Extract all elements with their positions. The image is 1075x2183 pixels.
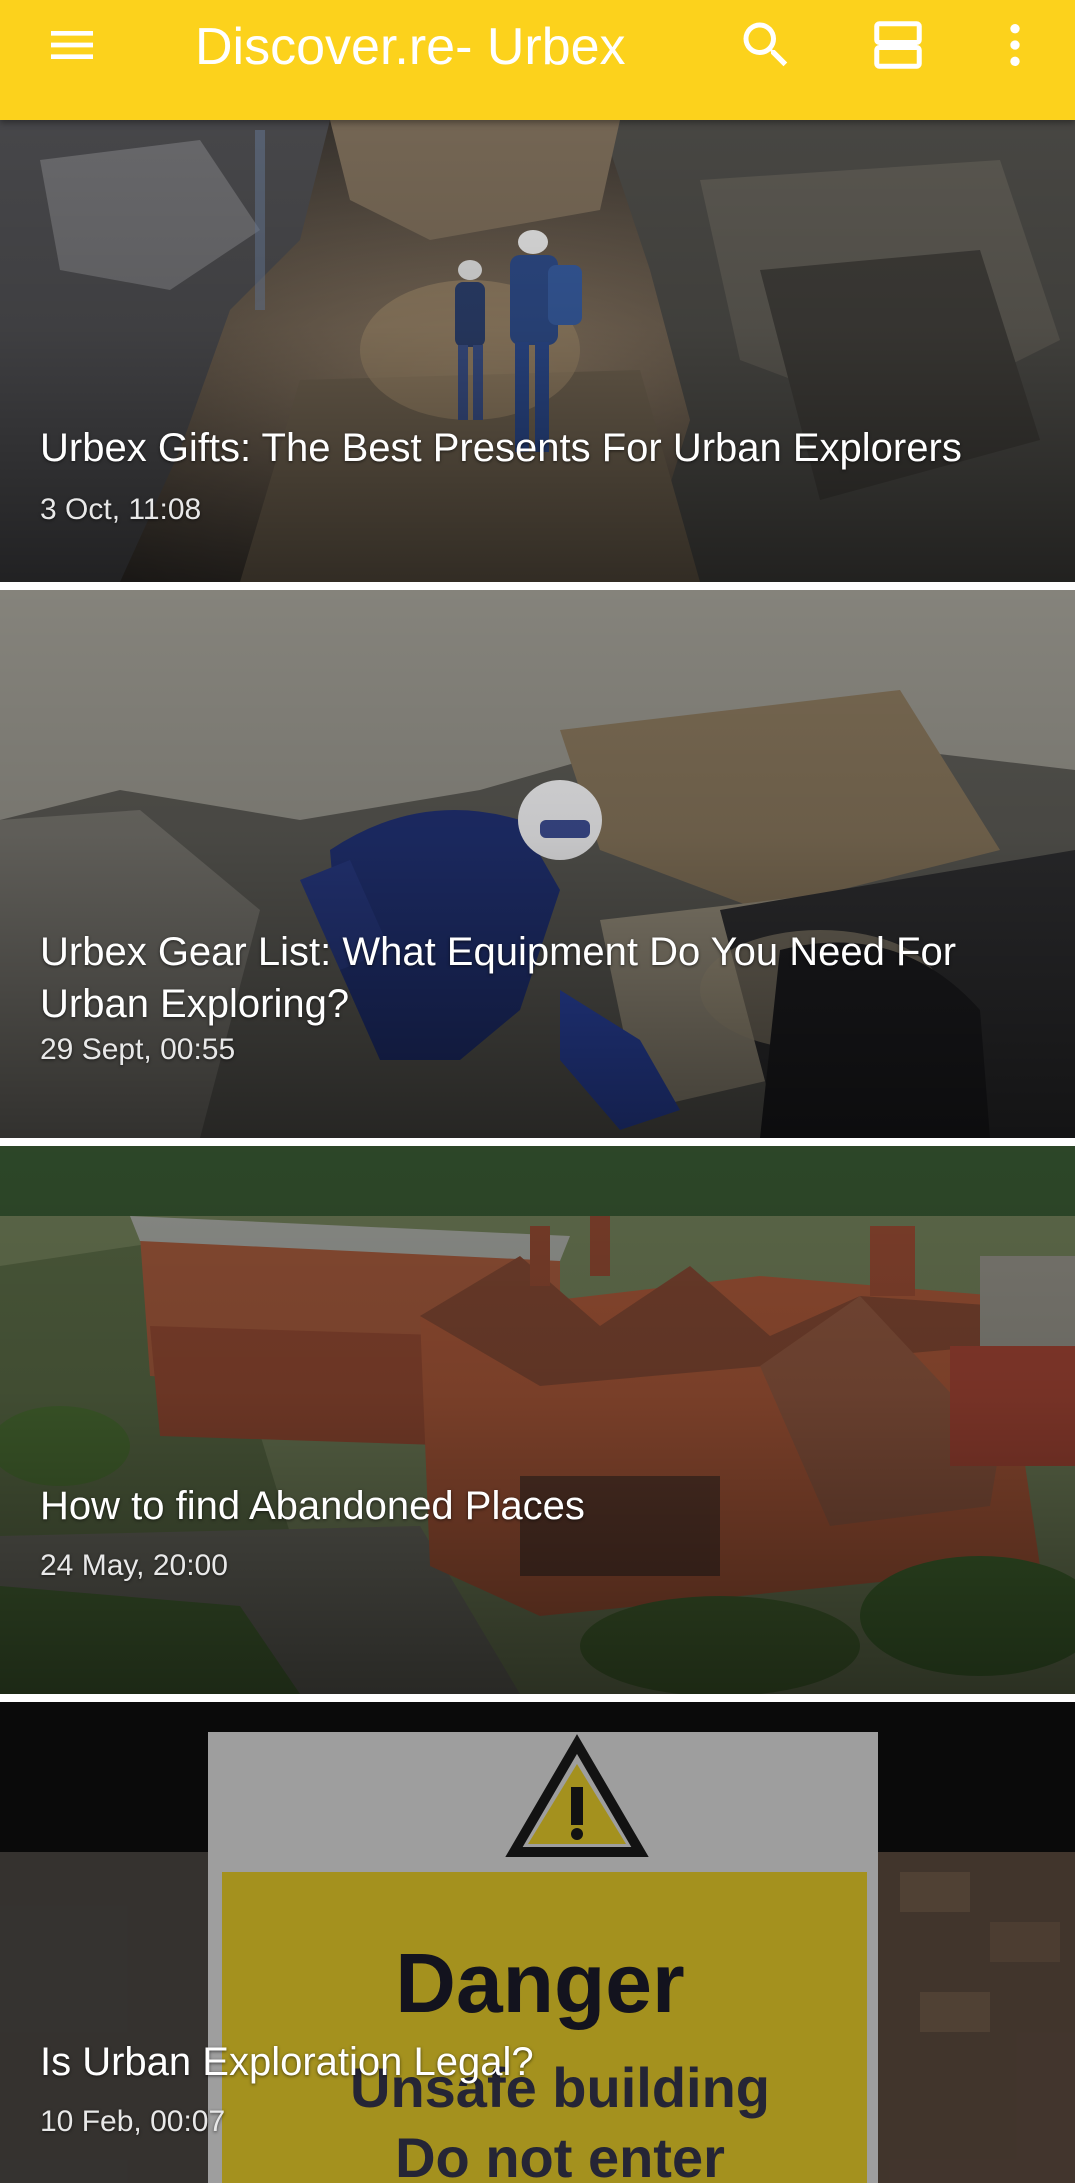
view-agenda-icon: [874, 21, 922, 69]
layout-toggle-button[interactable]: [848, 0, 948, 90]
more-vert-icon: [1010, 24, 1020, 66]
article-date: 29 Sept, 00:55: [40, 1033, 236, 1066]
card-divider: [0, 1138, 1075, 1146]
article-card[interactable]: Urbex Gifts: The Best Presents For Urban…: [0, 120, 1075, 582]
overflow-menu-button[interactable]: [965, 0, 1065, 90]
search-icon: [743, 22, 788, 67]
card-divider: [0, 582, 1075, 590]
article-date: 10 Feb, 00:07: [40, 2105, 226, 2138]
article-title: How to find Abandoned Places: [40, 1484, 585, 1528]
article-title: Urbex Gifts: The Best Presents For Urban…: [40, 426, 962, 470]
article-card[interactable]: Urbex Gear List: What Equipment Do You N…: [0, 590, 1075, 1138]
article-date: 3 Oct, 11:08: [40, 493, 202, 526]
menu-button[interactable]: [22, 0, 122, 90]
hamburger-menu-icon: [51, 31, 93, 59]
article-card[interactable]: Danger Unsafe building Do not enter Is U…: [0, 1702, 1075, 2183]
article-title: Is Urban Exploration Legal?: [40, 2040, 534, 2084]
search-button[interactable]: [716, 0, 816, 90]
card-divider: [0, 1694, 1075, 1702]
article-card[interactable]: How to find Abandoned Places 24 May, 20:…: [0, 1146, 1075, 1694]
article-title: Urbex Gear List: What Equipment Do You N…: [40, 930, 957, 1026]
article-date: 24 May, 20:00: [40, 1549, 228, 1582]
top-app-bar: Discover.re- Urbex: [0, 0, 1075, 120]
app-title: Discover.re- Urbex: [195, 18, 626, 76]
